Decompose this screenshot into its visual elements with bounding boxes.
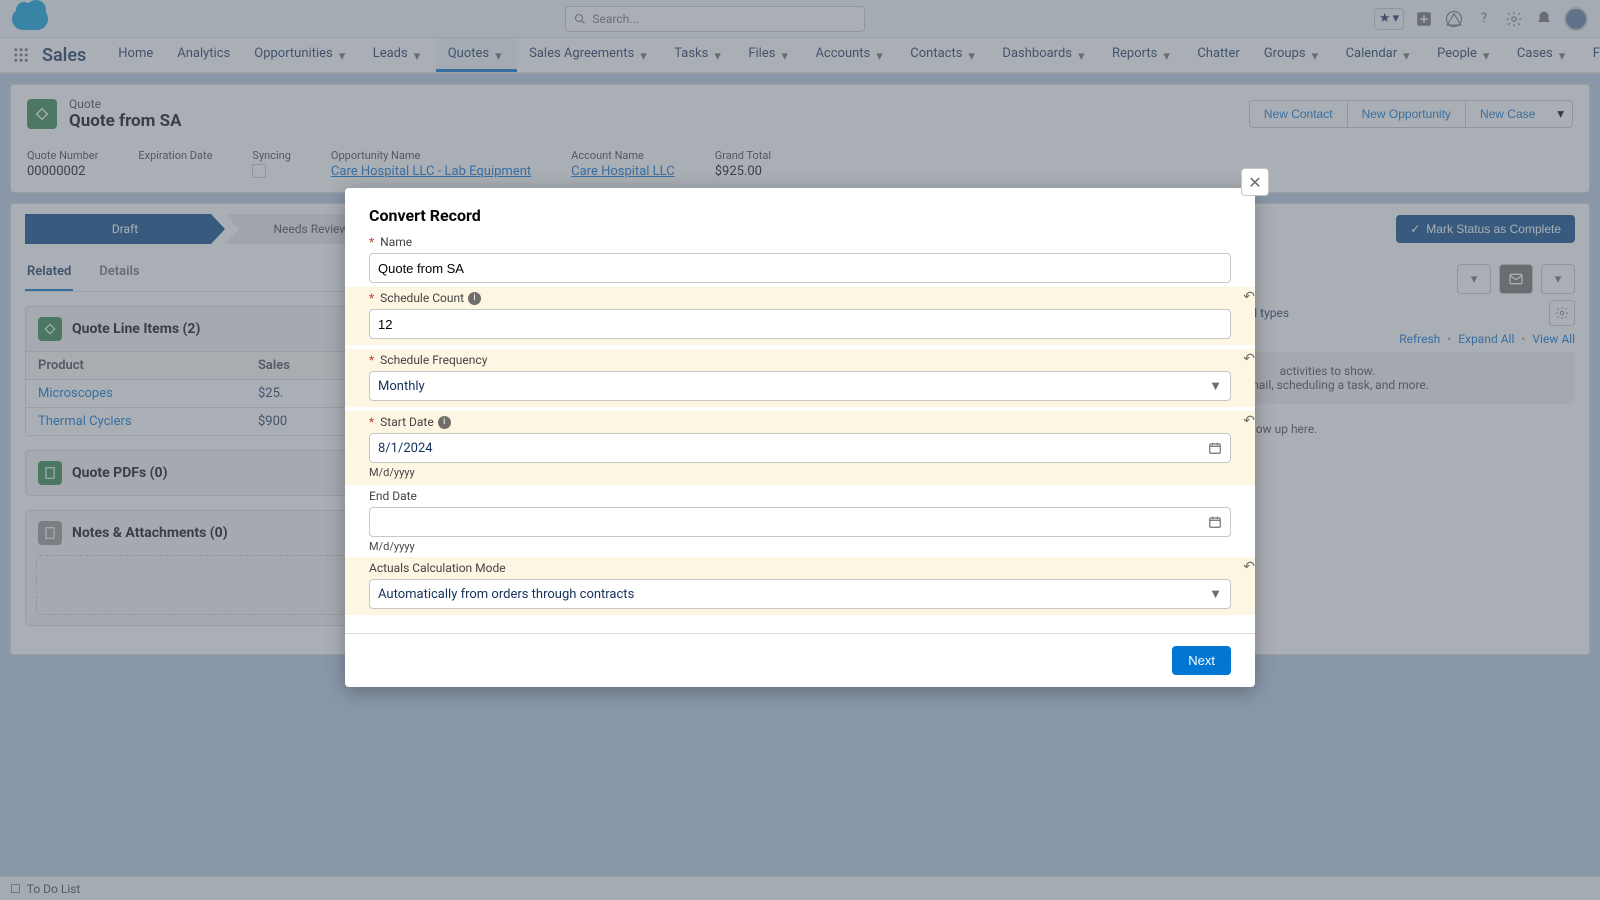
- schedule-frequency-label: Schedule Frequency: [380, 353, 487, 367]
- actuals-select[interactable]: Automatically from orders through contra…: [369, 579, 1231, 609]
- schedule-frequency-select[interactable]: Monthly ▼: [369, 371, 1231, 401]
- actuals-label: Actuals Calculation Mode: [369, 561, 506, 575]
- info-icon[interactable]: i: [468, 292, 481, 305]
- next-button[interactable]: Next: [1172, 646, 1231, 675]
- info-icon[interactable]: i: [438, 416, 451, 429]
- chevron-down-icon: ▼: [1209, 378, 1222, 394]
- undo-icon[interactable]: ↶: [1243, 351, 1255, 367]
- modal-close-button[interactable]: ✕: [1241, 168, 1269, 196]
- modal-title: Convert Record: [345, 188, 1255, 235]
- calendar-icon: [1208, 441, 1222, 455]
- name-input[interactable]: [369, 253, 1231, 283]
- name-label: Name: [380, 235, 412, 249]
- undo-icon[interactable]: ↶: [1243, 289, 1255, 305]
- undo-icon[interactable]: ↶: [1243, 413, 1255, 429]
- end-date-label: End Date: [369, 489, 417, 503]
- calendar-icon: [1208, 515, 1222, 529]
- chevron-down-icon: ▼: [1209, 586, 1222, 602]
- start-date-label: Start Date: [380, 415, 434, 429]
- undo-icon[interactable]: ↶: [1243, 559, 1255, 575]
- convert-record-modal: ✕ Convert Record *Name *Schedule Count i…: [345, 188, 1255, 687]
- end-date-input[interactable]: [369, 507, 1231, 537]
- schedule-count-input[interactable]: [369, 309, 1231, 339]
- end-date-hint: M/d/yyyy: [369, 540, 1231, 553]
- schedule-count-label: Schedule Count: [380, 291, 464, 305]
- start-date-hint: M/d/yyyy: [369, 466, 1231, 479]
- start-date-input[interactable]: 8/1/2024: [369, 433, 1231, 463]
